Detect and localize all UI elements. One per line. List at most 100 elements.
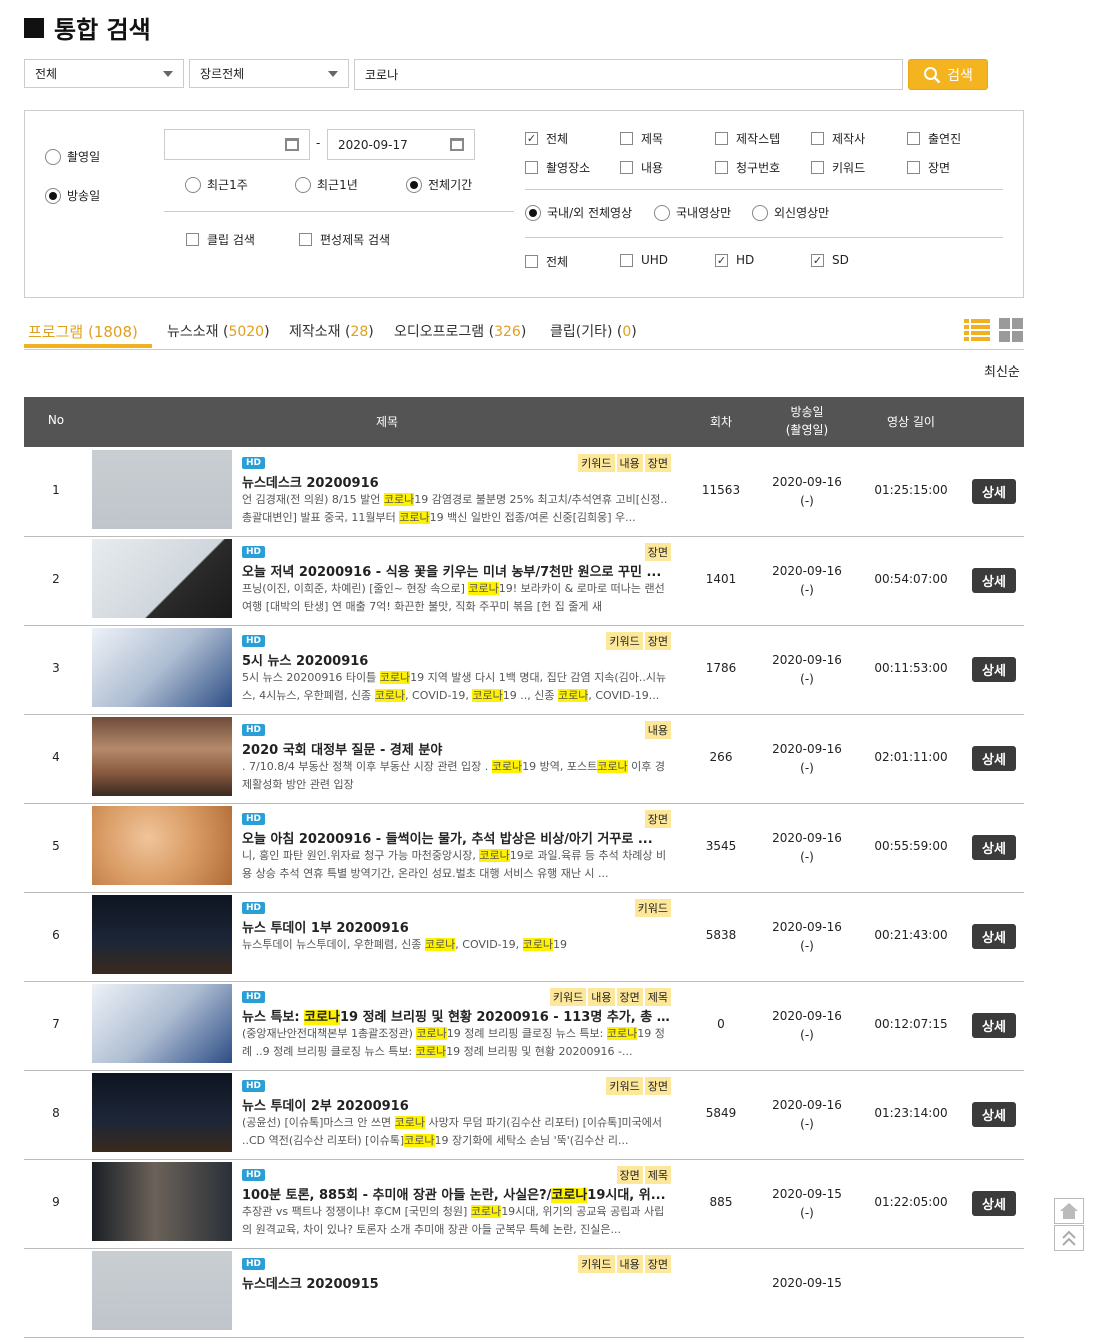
detail-button[interactable]: 상세 <box>972 657 1016 682</box>
thumbnail[interactable] <box>92 895 232 974</box>
table-row[interactable]: 6 HD 키워드 뉴스 투데이 1부 20200916 뉴스투데이 뉴스투데이, 우한폐… <box>24 892 1024 982</box>
checkbox-quality-all[interactable]: 전체 <box>525 253 568 270</box>
checkbox-program-title-search[interactable]: 편성제목 검색 <box>299 231 390 248</box>
thumbnail[interactable] <box>92 806 232 885</box>
table-row[interactable]: 7 HD 키워드 내용 장면 제목 뉴스 특보: 코로나19 정례 브리핑 및 현황 202… <box>24 981 1024 1071</box>
thumbnail[interactable] <box>92 717 232 796</box>
checkbox-field-cast[interactable]: 출연진 <box>907 130 961 147</box>
calendar-icon[interactable] <box>450 138 464 151</box>
program-title[interactable]: 뉴스 특보: 코로나19 정례 브리핑 및 현황 20200916 - 113명… <box>242 1006 670 1025</box>
video-duration: 00:21:43:00 <box>874 928 948 942</box>
calendar-icon[interactable] <box>285 138 299 151</box>
radio-last-week[interactable]: 최근1주 <box>185 176 248 193</box>
table-row[interactable]: 5 HD 장면 오늘 아침 20200916 - 들썩이는 물가, 추석 밥상은 비상… <box>24 803 1024 893</box>
thumbnail[interactable] <box>92 450 232 529</box>
list-view-icon[interactable] <box>964 318 990 342</box>
checkbox-quality-uhd[interactable]: UHD <box>620 253 668 267</box>
table-row[interactable]: 9 HD 장면 제목 100분 토론, 885회 - 추미애 장관 아들 논란, 사실은… <box>24 1159 1024 1249</box>
checkbox-field-location[interactable]: 촬영장소 <box>525 159 590 176</box>
detail-button[interactable]: 상세 <box>972 1191 1016 1216</box>
radio-last-year[interactable]: 최근1년 <box>295 176 358 193</box>
checkbox-field-content[interactable]: 내용 <box>620 159 663 176</box>
thumbnail[interactable] <box>92 1162 232 1241</box>
thumbnail[interactable] <box>92 628 232 707</box>
search-input[interactable]: 코로나 <box>354 59 903 90</box>
radio-origin-domestic[interactable]: 국내영상만 <box>654 204 731 221</box>
checkbox-field-producer[interactable]: 제작사 <box>811 130 865 147</box>
broadcast-date: 2020-09-16 (-) <box>762 1096 852 1134</box>
detail-button[interactable]: 상세 <box>972 746 1016 771</box>
radio-broadcast-date[interactable]: 방송일 <box>45 187 100 204</box>
program-title[interactable]: 2020 국회 대정부 질문 - 경제 분야 <box>242 739 670 758</box>
search-button[interactable]: 검색 <box>908 59 988 90</box>
home-button[interactable] <box>1054 1198 1084 1224</box>
table-row[interactable]: 8 HD 키워드 장면 뉴스 투데이 2부 20200916 (공윤선) [이슈톡]마스크… <box>24 1070 1024 1160</box>
tab-clip-etc[interactable]: 클립(기타) (0) <box>550 321 637 341</box>
program-title[interactable]: 5시 뉴스 20200916 <box>242 650 670 669</box>
grid-view-icon[interactable] <box>999 318 1023 342</box>
detail-button[interactable]: 상세 <box>972 479 1016 504</box>
sort-option[interactable]: 최신순 <box>984 361 1020 380</box>
program-title[interactable]: 뉴스 투데이 1부 20200916 <box>242 917 670 936</box>
program-title[interactable]: 뉴스데스크 20200916 <box>242 472 670 491</box>
detail-button[interactable]: 상세 <box>972 924 1016 949</box>
tab-audio-program[interactable]: 오디오프로그램 (326) <box>394 321 526 341</box>
category-select[interactable]: 전체 <box>24 59 184 88</box>
date-from-input[interactable] <box>164 129 310 160</box>
genre-select[interactable]: 장르전체 <box>189 59 349 88</box>
thumbnail[interactable] <box>92 539 232 618</box>
tab-label: 클립(기타) <box>550 324 613 340</box>
checkbox-field-staff[interactable]: 제작스텝 <box>715 130 780 147</box>
checkbox-field-all[interactable]: ✓ 전체 <box>525 130 568 147</box>
checkbox-field-claim-no[interactable]: 청구번호 <box>715 159 780 176</box>
checkbox-box <box>620 253 633 267</box>
checkbox-label: 제작스텝 <box>736 132 781 146</box>
episode-number: 1401 <box>705 572 737 586</box>
checkbox-clip-search[interactable]: 클립 검색 <box>186 231 255 248</box>
table-row[interactable]: HD 키워드 내용 장면 뉴스데스크 20200915 2020-09-15 <box>24 1248 1024 1338</box>
broadcast-date: 2020-09-15 <box>762 1274 852 1293</box>
table-row[interactable]: 4 HD 내용 2020 국회 대정부 질문 - 경제 분야 . 7/10.8/4 부동… <box>24 714 1024 804</box>
tab-program[interactable]: 프로그램 (1808) <box>28 321 138 342</box>
radio-origin-all[interactable]: 국내/외 전체영상 <box>525 204 632 221</box>
shoot-date-value: (-) <box>800 761 814 775</box>
match-tag: 내용 <box>588 988 615 1006</box>
program-description: 프닝(이진, 이희준, 차예린) [줄인~ 현장 속으로] 코로나19! 보라카… <box>242 582 665 613</box>
scroll-top-button[interactable] <box>1054 1225 1084 1251</box>
date-to-input[interactable]: 2020-09-17 <box>327 129 475 160</box>
checkbox-quality-sd[interactable]: ✓ SD <box>811 253 849 267</box>
broadcast-date: 2020-09-16 (-) <box>762 562 852 600</box>
radio-circle <box>45 187 61 204</box>
checkbox-field-scene[interactable]: 장면 <box>907 159 950 176</box>
checkbox-field-keyword[interactable]: 키워드 <box>811 159 865 176</box>
detail-button[interactable]: 상세 <box>972 835 1016 860</box>
program-title[interactable]: 오늘 아침 20200916 - 들썩이는 물가, 추석 밥상은 비상/아기 거… <box>242 828 670 847</box>
tab-production-material[interactable]: 제작소재 (28) <box>289 321 374 341</box>
table-row[interactable]: 3 HD 키워드 장면 5시 뉴스 20200916 5시 뉴스 20200916 타이틀… <box>24 625 1024 715</box>
genre-select-value: 장르전체 <box>200 67 245 81</box>
highlight: 코로나 <box>399 511 430 524</box>
header-title: 제목 <box>375 415 399 429</box>
detail-button[interactable]: 상세 <box>972 568 1016 593</box>
detail-button[interactable]: 상세 <box>972 1013 1016 1038</box>
program-title[interactable]: 오늘 저녁 20200916 - 식용 꽃을 키우는 미녀 농부/7천만 원으로… <box>242 561 670 580</box>
video-duration: 02:01:11:00 <box>874 750 948 764</box>
radio-origin-foreign[interactable]: 외신영상만 <box>752 204 829 221</box>
thumbnail[interactable] <box>92 1073 232 1152</box>
checkbox-box <box>715 161 728 174</box>
checkbox-quality-hd[interactable]: ✓ HD <box>715 253 754 267</box>
checkbox-field-title[interactable]: 제목 <box>620 130 663 147</box>
table-row[interactable]: 2 HD 장면 오늘 저녁 20200916 - 식용 꽃을 키우는 미녀 농부/7천… <box>24 536 1024 626</box>
program-title[interactable]: 100분 토론, 885회 - 추미애 장관 아들 논란, 사실은?/코로나19… <box>242 1184 670 1203</box>
table-header: No 제목 회차 방송일 (촬영일) 영상 길이 <box>24 397 1024 447</box>
date-value: 2020-09-16 <box>772 831 842 845</box>
program-title[interactable]: 뉴스 투데이 2부 20200916 <box>242 1095 670 1114</box>
radio-shooting-date[interactable]: 촬영일 <box>45 148 100 165</box>
tab-news-material[interactable]: 뉴스소재 (5020) <box>167 321 270 341</box>
detail-button[interactable]: 상세 <box>972 1102 1016 1127</box>
program-title[interactable]: 뉴스데스크 20200915 <box>242 1273 670 1292</box>
thumbnail[interactable] <box>92 984 232 1063</box>
radio-all-period[interactable]: 전체기간 <box>406 176 472 193</box>
table-row[interactable]: 1 HD 키워드 내용 장면 뉴스데스크 20200916 언 김경재(전 의원) 8/15… <box>24 447 1024 537</box>
thumbnail[interactable] <box>92 1251 232 1330</box>
